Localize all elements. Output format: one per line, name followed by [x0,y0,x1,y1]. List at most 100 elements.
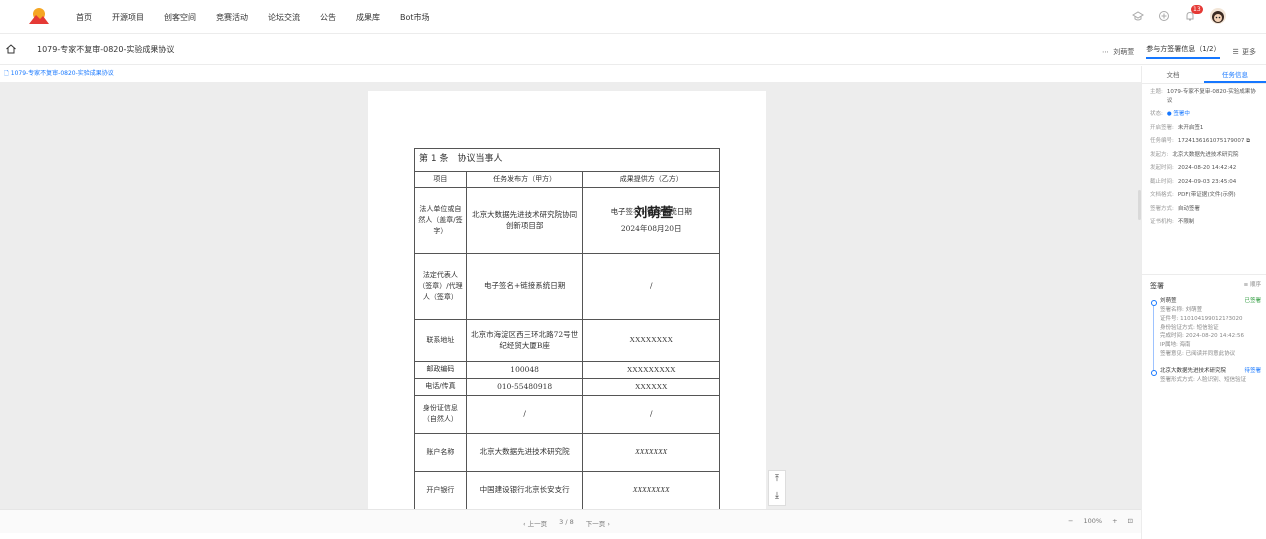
table-row: 开户银行 中国建设银行北京长安支行 XXXXXXXX [414,470,720,509]
zoom-out-button[interactable]: − [1068,517,1073,525]
signing-section: 签署 ≡ 顺序 刘萌萱 已签署 签署名称: 刘萌萱 证件号: 110104199… [1142,274,1266,388]
nav-achievements[interactable]: 成果库 [356,12,380,23]
signer-detail: 完成时间: 2024-08-20 14:42:56 [1160,333,1245,340]
scroll-top-icon[interactable]: ⤒ [769,471,785,488]
zoom-controls: − 100% + ⊡ [1068,517,1133,525]
row-label: 邮政编码 [414,360,467,379]
order-toggle[interactable]: ≡ 顺序 [1244,281,1261,292]
status-badge: ● 签署中 [1166,111,1190,118]
info-key: 签署方式: [1150,205,1174,212]
info-value: 1079-专家不复审-0820-实验成果协议 [1166,89,1256,104]
row-label: 身份证信息（自然人） [414,394,467,434]
avatar[interactable] [1210,8,1226,24]
table-row: 邮政编码 100048 XXXXXXXXX [414,360,720,379]
zoom-in-button[interactable]: + [1112,517,1117,525]
party-a-cell: 100048 [465,360,584,379]
party-b-cell: XXXXXXXX [582,318,720,362]
nav-forum[interactable]: 论坛交流 [268,12,300,23]
more-menu[interactable]: ☰ 更多 [1232,47,1256,57]
home-icon[interactable] [5,43,17,55]
party-a-cell: 中国建设银行北京长安支行 [465,470,584,509]
party-a-cell: 北京市海淀区西三环北路72号世纪经贸大厦B座 [465,318,584,362]
info-value[interactable]: 1724136161075179007 ⧉ [1178,137,1250,146]
row-label: 开户银行 [414,470,467,509]
signer-item[interactable]: 北京大数据先进技术研究院 待签署 签署形式方式: 人脸识别、短信验证 [1150,367,1261,385]
info-row: 发起时间: 2024-08-20 14:42:42 [1150,164,1260,173]
nav-competition[interactable]: 竞赛活动 [216,12,248,23]
nav-open-source[interactable]: 开源项目 [112,12,144,23]
info-value: 2024-09-03 23:45:04 [1177,178,1237,185]
page-title: 1079-专家不复审-0820-实验成果协议 [37,45,175,54]
signer-detail: 签署意见: 已阅读并同意此协议 [1160,350,1236,357]
row-label: 法定代表人（签章）/代理人（签章） [414,252,467,320]
info-key: 发起时间: [1150,165,1174,172]
bell-icon[interactable]: 13 [1184,5,1203,22]
info-row: 证书机构: 不限制 [1150,218,1260,227]
info-value: 自动签署 [1177,205,1200,212]
document-viewer[interactable]: 第 1 条 协议当事人 项目 任务发布方（甲方） 成果提供方（乙方） 法人单位或… [0,82,1141,509]
add-circle-icon[interactable] [1158,10,1170,22]
logo-icon[interactable] [28,6,50,26]
tab-document[interactable]: 文档 [1142,66,1204,83]
task-info: 主题: 1079-专家不复审-0820-实验成果协议 状态: ● 签署中 开启签署:… [1142,84,1266,227]
party-a-cell: / [465,394,584,434]
signer-detail: 签署名称: 刘萌萱 [1160,306,1203,313]
nav-notice[interactable]: 公告 [320,12,336,23]
row-label: 账户名称 [414,432,467,472]
party-b-cell: XXXXXXXXX [582,360,720,379]
signer-detail: 签署形式方式: 人脸识别、短信验证 [1160,376,1247,383]
party-b-cell: XXXXXXX [582,432,720,472]
info-key: 证书机构: [1150,219,1174,226]
party-b-cell: / [582,394,720,434]
next-page-button[interactable]: 下一页 › [586,518,610,528]
info-key: 截止时间: [1150,178,1174,185]
prev-page-button[interactable]: ‹ 上一页 [523,518,547,528]
info-value: 未开启签1 [1177,124,1204,131]
row-label: 联系地址 [414,318,467,362]
current-signer[interactable]: ⋯ 刘萌萱 [1102,47,1134,57]
signer-name: 北京大数据先进技术研究院 [1160,367,1227,374]
nav-home[interactable]: 首页 [76,12,92,23]
document-title-bar: 1079-专家不复审-0820-实验成果协议 ⋯ 刘萌萱 参与方签署信息（1/2… [0,35,1266,65]
row-label: 电话/传真 [414,377,467,396]
download-icon[interactable]: ⤓ [769,488,785,505]
signer-detail: IP属地: 海南 [1160,342,1191,349]
viewer-toolbar: ‹ 上一页 3 / 8 下一页 › − 100% + ⊡ [0,509,1141,533]
main-menu: 首页 开源项目 创客空间 竞赛活动 论坛交流 公告 成果库 Bot市场 [76,0,450,34]
top-navigation: 首页 开源项目 创客空间 竞赛活动 论坛交流 公告 成果库 Bot市场 13 [0,0,1266,34]
info-row: 任务编号: 1724136161075179007 ⧉ [1150,137,1260,146]
graduation-cap-icon[interactable] [1132,10,1144,22]
info-row: 状态: ● 签署中 [1150,110,1260,119]
table-row: 身份证信息（自然人） / / [414,394,720,434]
info-row: 开启签署: 未开启签1 [1150,124,1260,133]
party-b-cell: / [582,252,720,320]
right-panel: 文档 任务信息 主题: 1079-专家不复审-0820-实验成果协议 状态: ● 签… [1141,66,1266,539]
tab-participant-sign-info[interactable]: 参与方签署信息（1/2） [1146,44,1221,59]
nav-tools: 13 [1132,5,1226,24]
info-key: 文档格式: [1150,192,1174,199]
party-a-cell: 电子签名+链接系统日期 [465,252,584,320]
notification-badge: 13 [1191,5,1203,14]
signer-name: 刘萌萱 [1160,298,1177,305]
nav-bot-market[interactable]: Bot市场 [400,12,430,23]
zoom-level: 100% [1083,517,1103,525]
tab-task-info[interactable]: 任务信息 [1204,66,1266,83]
nav-maker-space[interactable]: 创客空间 [164,12,196,23]
scroll-tools: ⤒ ⤓ [768,470,786,506]
fit-page-icon[interactable]: ⊡ [1128,517,1133,525]
signer-status: 待签署 [1244,367,1261,374]
info-row: 截止时间: 2024-09-03 23:45:04 [1150,178,1260,187]
info-key: 开启签署: [1150,124,1174,131]
table-row: 账户名称 北京大数据先进技术研究院 XXXXXXX [414,432,720,472]
signer-item[interactable]: 刘萌萱 已签署 签署名称: 刘萌萱 证件号: 1101041990121?302… [1150,297,1261,373]
info-value: 2024-08-20 14:42:42 [1177,165,1237,172]
info-key: 发起方: [1150,151,1169,158]
info-key: 状态: [1150,111,1163,118]
table-row: 法人单位或自然人（盖章/签字） 北京大数据先进技术研究院协同创新项目部 电子签名… [414,186,720,254]
current-signer-name: 刘萌萱 [1113,47,1135,56]
breadcrumb[interactable]: 🗋 1079-专家不复审-0820-实验成果协议 [0,66,1141,82]
info-value: 北京大数据先进技术研究院 [1172,151,1239,158]
signer-detail: 证件号: 1101041990121?3020 [1160,315,1243,322]
table-row: 法定代表人（签章）/代理人（签章） 电子签名+链接系统日期 / [414,252,720,320]
signer-detail: 身份验证方式: 短信验证 [1160,324,1219,331]
